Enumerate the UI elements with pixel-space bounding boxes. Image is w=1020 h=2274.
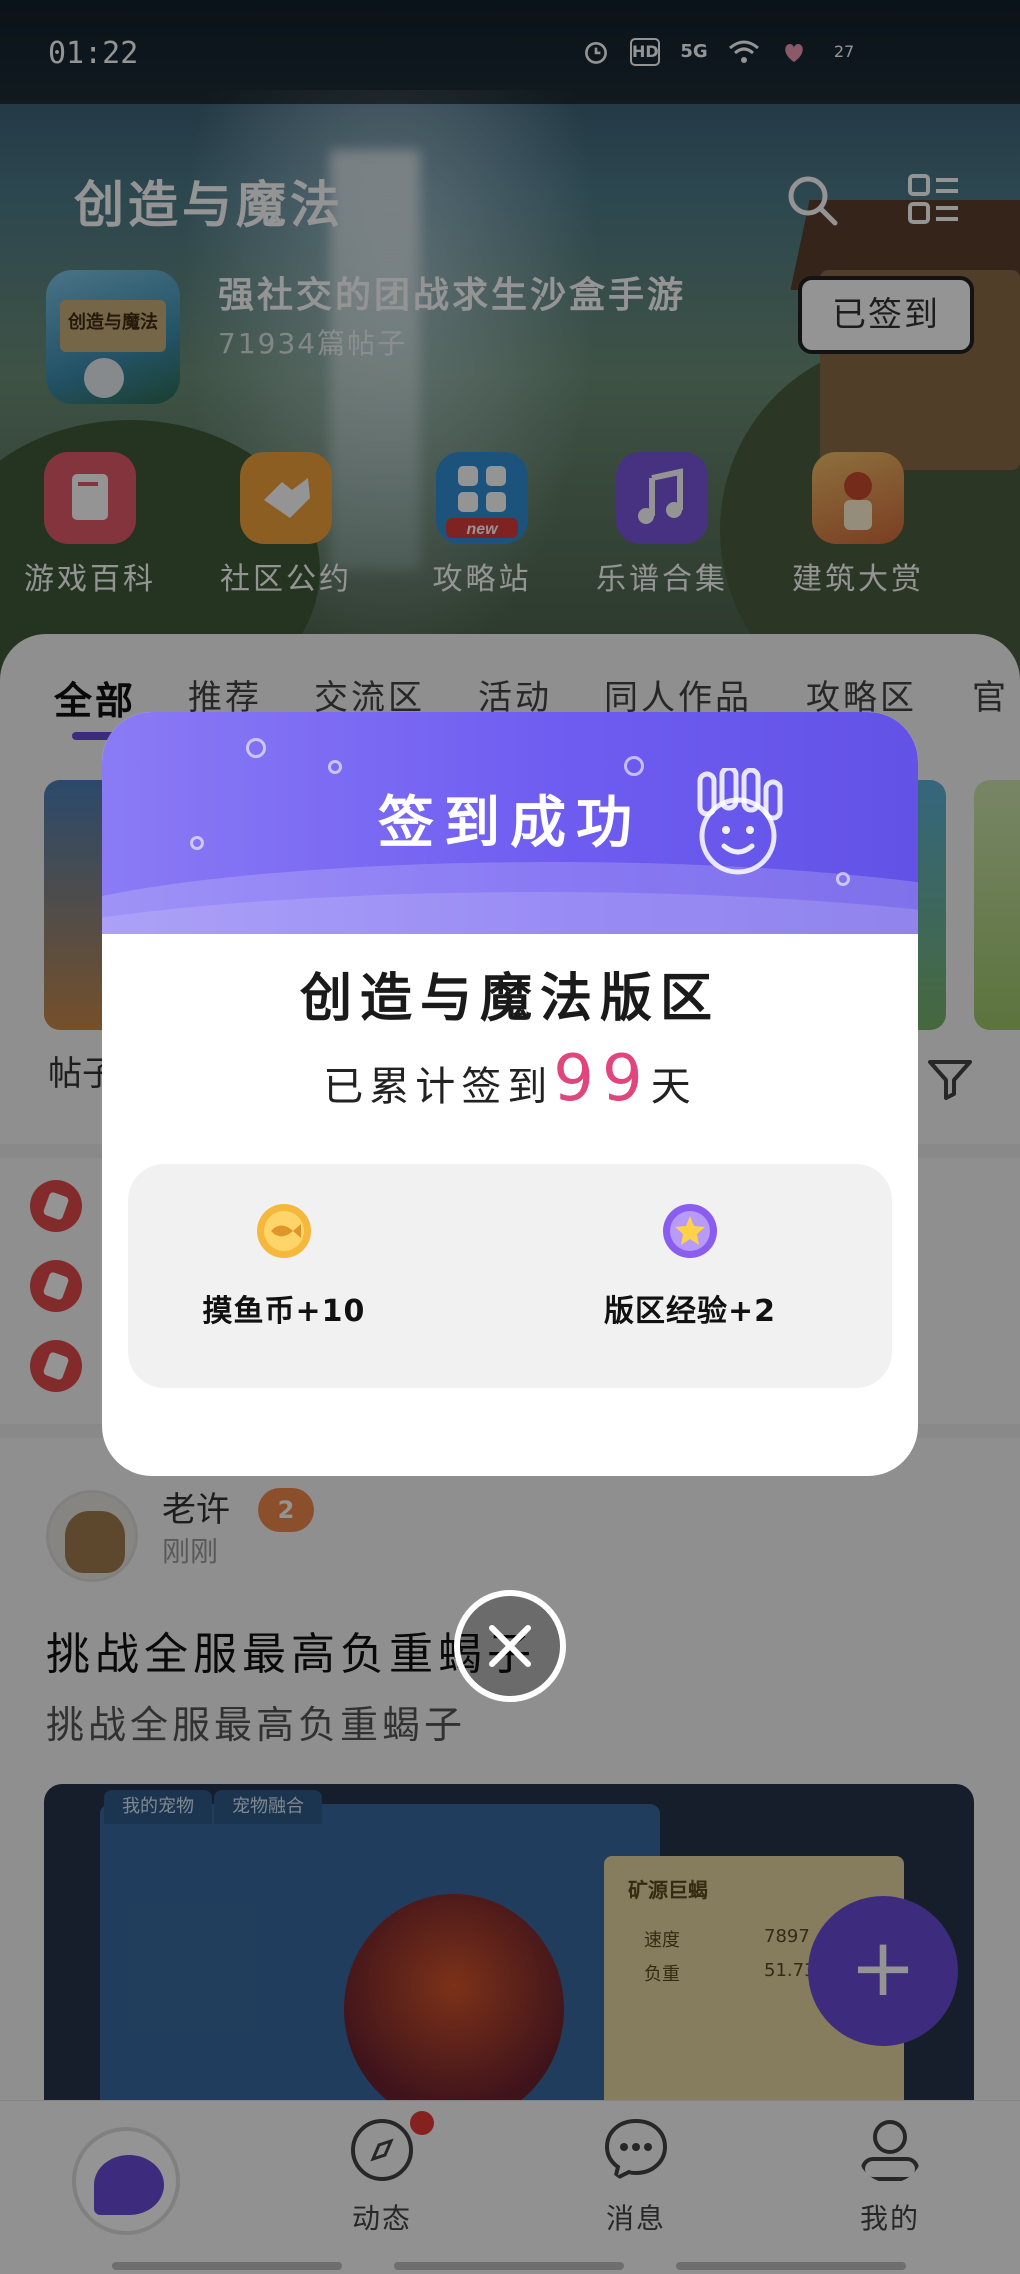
close-dialog-button[interactable] [454,1590,566,1702]
dialog-header: 签到成功 [102,712,918,934]
smiley-hand-icon [697,768,783,875]
reward-board-exp: 版区经验+2 [540,1202,840,1330]
reward-label: 摸鱼币+10 [202,1294,366,1329]
star-badge-icon [663,1204,717,1258]
checkin-days: 已累计签到99天 [102,1042,918,1116]
checkin-days-prefix: 已累计签到 [323,1064,554,1110]
reward-fish-coin: 摸鱼币+10 [134,1202,434,1330]
checkin-days-count: 99 [553,1042,651,1116]
bubble-decoration [246,738,266,758]
reward-label: 版区经验+2 [603,1294,776,1329]
checkin-days-suffix: 天 [650,1064,697,1110]
rewards-panel: 摸鱼币+10 版区经验+2 [128,1164,892,1388]
bubble-decoration [836,872,850,886]
bubble-decoration [328,760,342,774]
checkin-success-dialog: 签到成功 创造与魔法版区 已累计签到99天 摸鱼币+10 版区经验+2 [102,712,918,1476]
dialog-board-name: 创造与魔法版区 [299,969,720,1029]
fish-coin-icon [257,1204,311,1258]
close-icon [489,1625,531,1667]
bubble-decoration [624,756,644,776]
